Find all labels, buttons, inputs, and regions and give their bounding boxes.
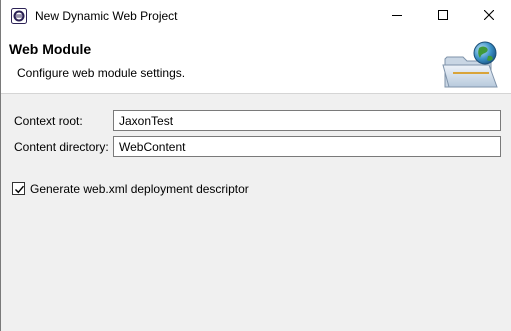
generate-descriptor-checkbox[interactable] <box>12 182 25 195</box>
context-root-label: Context root: <box>14 114 83 128</box>
checkmark-icon <box>15 185 25 194</box>
close-icon <box>484 10 494 20</box>
context-root-input[interactable] <box>113 110 501 131</box>
page-description: Configure web module settings. <box>17 66 186 80</box>
content-directory-input[interactable] <box>113 136 501 157</box>
close-button[interactable] <box>466 0 511 31</box>
window-title: New Dynamic Web Project <box>35 9 178 23</box>
minimize-button[interactable] <box>374 0 420 31</box>
page-title: Web Module <box>9 41 92 57</box>
minimize-icon <box>392 15 402 16</box>
title-bar[interactable]: New Dynamic Web Project <box>1 0 511 31</box>
wizard-header: Web Module Configure web module settings… <box>1 31 511 94</box>
eclipse-icon[interactable] <box>11 8 27 24</box>
content-directory-label: Content directory: <box>14 140 109 154</box>
web-folder-globe-icon <box>441 39 501 91</box>
maximize-icon <box>438 10 448 20</box>
generate-descriptor-label[interactable]: Generate web.xml deployment descriptor <box>30 182 249 196</box>
dialog-window: New Dynamic Web Project Web Module Confi… <box>0 0 511 331</box>
maximize-button[interactable] <box>420 0 466 31</box>
